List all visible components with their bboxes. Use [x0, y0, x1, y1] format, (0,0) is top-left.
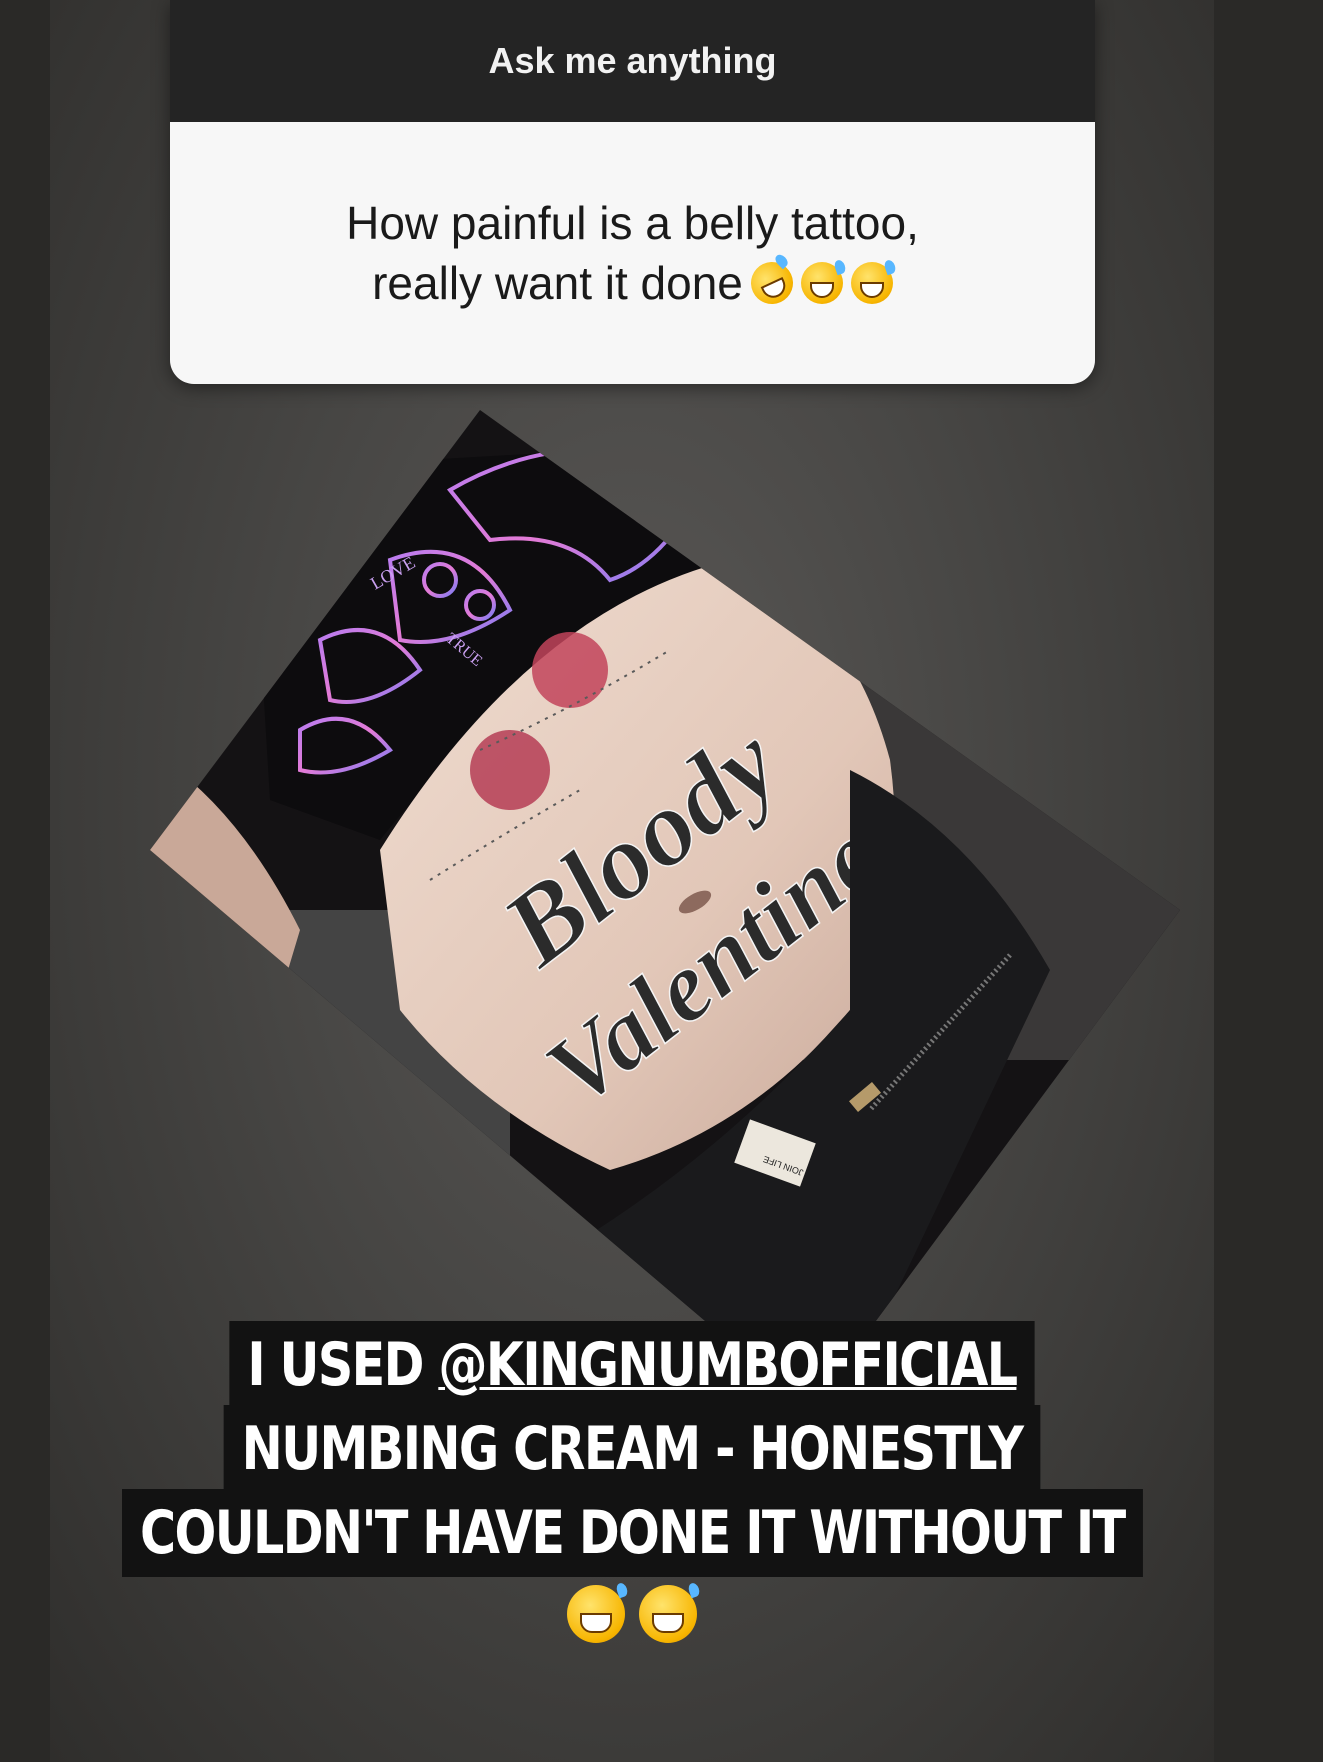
caption-line2: NUMBING CREAM - HONESTLY	[223, 1405, 1041, 1493]
caption-line3: COULDN'T HAVE DONE IT WITHOUT IT	[121, 1489, 1143, 1577]
caption-mention-link[interactable]: @KINGNUMBOFFICIAL	[438, 1330, 1018, 1400]
question-sticker-header: Ask me anything	[170, 0, 1095, 122]
tattoo-photo-illustration: LOVE TRUE Bloody Valentine JOIN LIFE	[150, 410, 1180, 1410]
question-text-line2: really want it done	[372, 257, 743, 309]
grinning-sweat-icon	[639, 1585, 697, 1643]
tattoo-photo: LOVE TRUE Bloody Valentine JOIN LIFE	[150, 410, 1210, 1410]
story-canvas: Ask me anything How painful is a belly t…	[50, 0, 1214, 1762]
grinning-sweat-icon	[800, 262, 843, 304]
question-sticker-body: How painful is a belly tattoo, really wa…	[170, 122, 1095, 384]
caption-emoji-row	[567, 1585, 697, 1643]
grinning-sweat-icon	[850, 262, 893, 304]
question-sticker[interactable]: Ask me anything How painful is a belly t…	[170, 0, 1095, 384]
question-text-line2-row: really want it done	[372, 253, 893, 313]
caption-line1: I USED @KINGNUMBOFFICIAL	[229, 1321, 1035, 1409]
caption-line1-prefix: I USED	[247, 1330, 439, 1400]
tears-of-joy-icon	[567, 1585, 625, 1643]
question-text-line1: How painful is a belly tattoo,	[346, 197, 919, 249]
rolling-on-floor-laughing-icon	[743, 255, 800, 311]
caption-block: I USED @KINGNUMBOFFICIAL NUMBING CREAM -…	[50, 1321, 1214, 1643]
